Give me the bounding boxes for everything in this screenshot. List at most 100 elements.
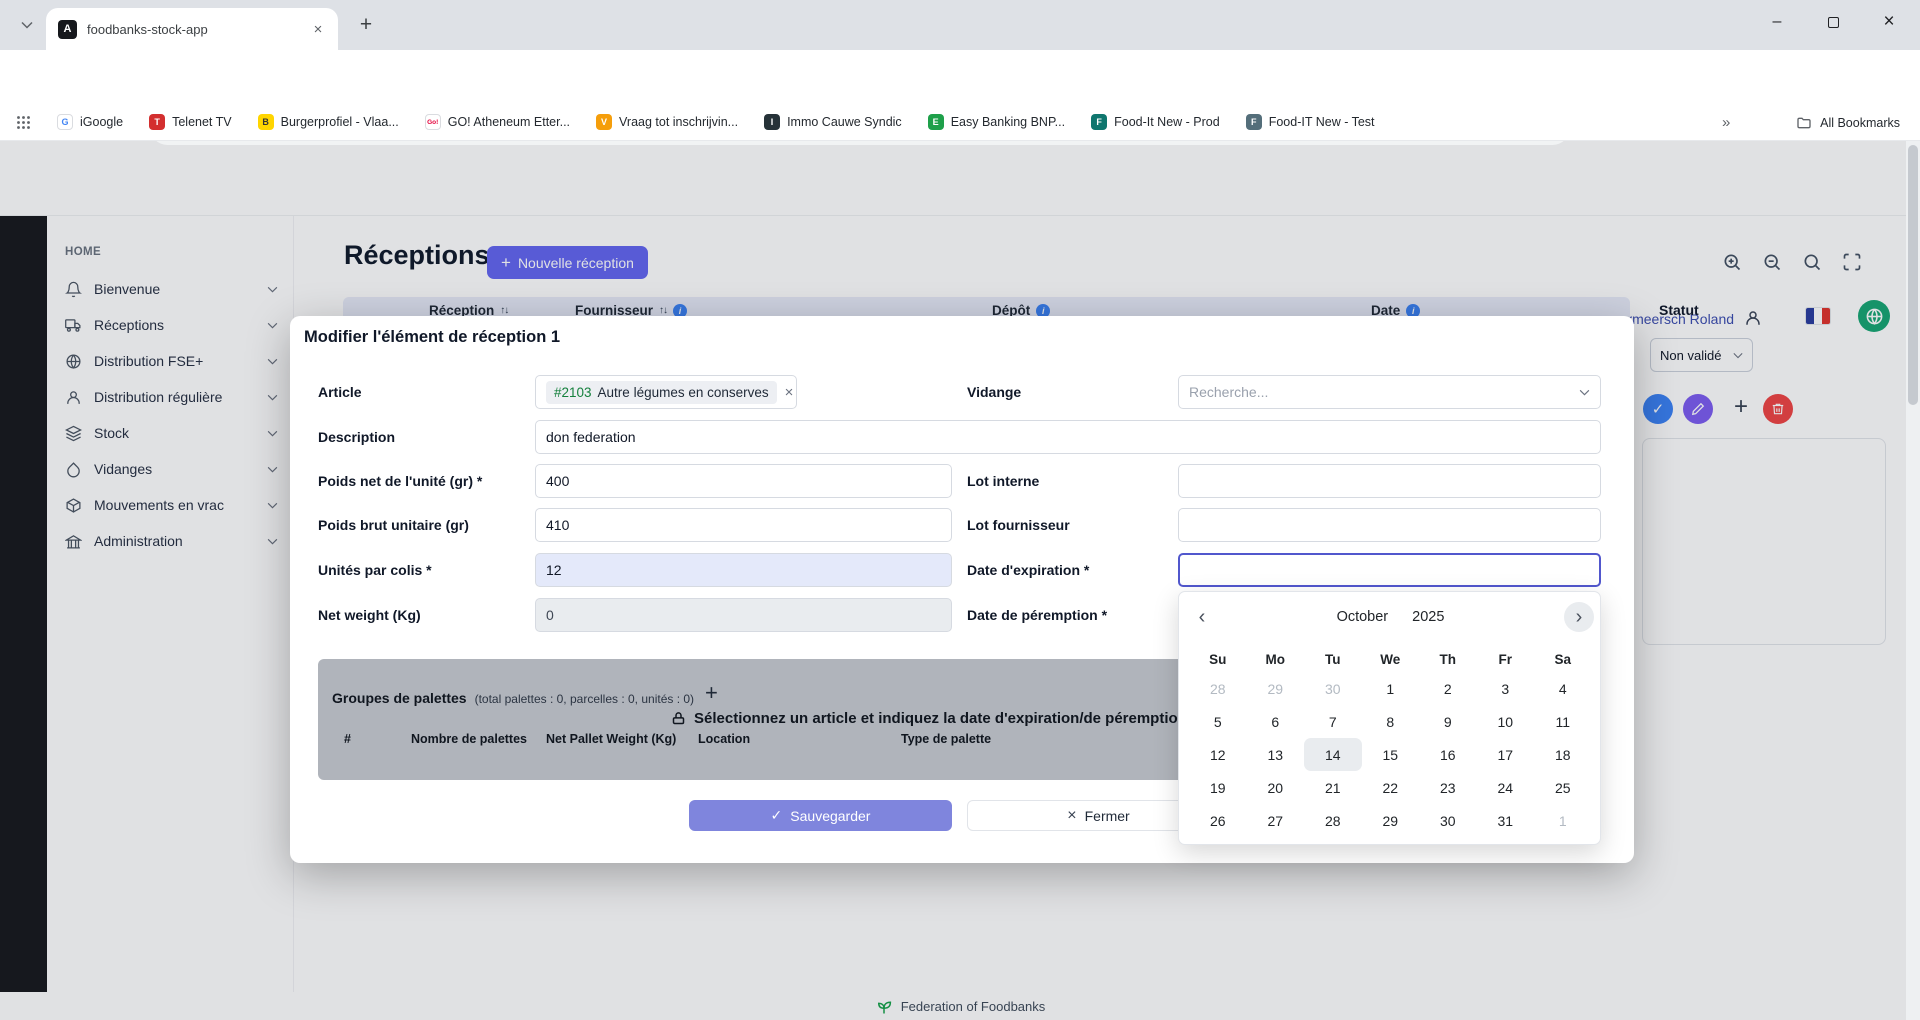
chevron-down-icon bbox=[21, 21, 33, 29]
calendar-day[interactable]: 4 bbox=[1534, 672, 1592, 705]
calendar-day[interactable]: 26 bbox=[1189, 804, 1247, 837]
apps-grid-icon[interactable] bbox=[16, 115, 31, 130]
bookmark-item[interactable]: Go! GO! Atheneum Etter... bbox=[424, 114, 570, 130]
article-label: Article bbox=[318, 384, 362, 400]
bookmark-item[interactable]: F Food-IT New - Test bbox=[1245, 114, 1375, 130]
palette-groups-title: Groupes de palettes bbox=[332, 690, 467, 706]
calendar-day[interactable]: 14 bbox=[1304, 738, 1362, 771]
calendar-day[interactable]: 31 bbox=[1477, 804, 1535, 837]
bookmark-favicon: I bbox=[764, 114, 781, 130]
calendar-day[interactable]: 29 bbox=[1362, 804, 1420, 837]
bookmarks-bar: G iGoogle T Telenet TV B Burgerprofiel -… bbox=[0, 104, 1920, 141]
bookmark-item[interactable]: F Food-It New - Prod bbox=[1091, 114, 1220, 130]
page-scrollbar[interactable] bbox=[1906, 141, 1920, 1020]
window-minimize-button[interactable]: – bbox=[1754, 0, 1800, 44]
calendar-day[interactable]: 20 bbox=[1247, 771, 1305, 804]
window-maximize-button[interactable] bbox=[1810, 0, 1856, 44]
calendar-day[interactable]: 29 bbox=[1247, 672, 1305, 705]
add-palette-group-button[interactable]: + bbox=[705, 680, 718, 706]
palette-col-nombre: Nombre de palettes bbox=[411, 732, 528, 746]
bookmark-item[interactable]: V Vraag tot inschrijvin... bbox=[596, 114, 738, 130]
calendar-day[interactable]: 2 bbox=[1419, 672, 1477, 705]
lot-interne-input[interactable] bbox=[1178, 464, 1601, 498]
calendar-day[interactable]: 17 bbox=[1477, 738, 1535, 771]
calendar-days: 28 29 30 1 2 3 4 5 6 7 8 9 10 11 12 13 14 15 16 17 18 19 20 21 2… bbox=[1189, 672, 1592, 837]
scrollbar-thumb[interactable] bbox=[1908, 145, 1918, 405]
save-button[interactable]: ✓ Sauvegarder bbox=[689, 800, 952, 831]
calendar-day[interactable]: 24 bbox=[1477, 771, 1535, 804]
palette-col-weight: Net Pallet Weight (Kg) bbox=[546, 732, 677, 746]
date-expiration-input[interactable] bbox=[1178, 553, 1601, 587]
calendar-day[interactable]: 21 bbox=[1304, 771, 1362, 804]
calendar-day[interactable]: 27 bbox=[1247, 804, 1305, 837]
browser-tab[interactable]: A foodbanks-stock-app × bbox=[46, 8, 338, 50]
description-input[interactable] bbox=[535, 420, 1601, 454]
bookmark-item[interactable]: E Easy Banking BNP... bbox=[927, 114, 1065, 130]
tab-favicon: A bbox=[58, 19, 77, 39]
calendar-day[interactable]: 9 bbox=[1419, 705, 1477, 738]
bookmark-label: Telenet TV bbox=[172, 115, 232, 129]
date-picker-calendar: ‹ October 2025 › Su Mo Tu We Th Fr Sa 28 29 30 1 2… bbox=[1178, 591, 1601, 845]
calendar-day[interactable]: 19 bbox=[1189, 771, 1247, 804]
calendar-day[interactable]: 23 bbox=[1419, 771, 1477, 804]
calendar-day[interactable]: 18 bbox=[1534, 738, 1592, 771]
tab-search-button[interactable] bbox=[16, 14, 38, 36]
weekday-label: We bbox=[1380, 651, 1401, 667]
calendar-day[interactable]: 8 bbox=[1362, 705, 1420, 738]
bookmark-favicon: V bbox=[596, 114, 613, 130]
previous-month-button[interactable]: ‹ bbox=[1187, 602, 1217, 632]
window-close-button[interactable]: × bbox=[1866, 0, 1912, 44]
chevron-down-icon[interactable] bbox=[1579, 389, 1590, 396]
bookmark-item[interactable]: I Immo Cauwe Syndic bbox=[764, 114, 902, 130]
calendar-day[interactable]: 6 bbox=[1247, 705, 1305, 738]
tab-close-icon[interactable]: × bbox=[308, 19, 328, 39]
calendar-day[interactable]: 10 bbox=[1477, 705, 1535, 738]
unites-par-colis-input[interactable] bbox=[535, 553, 952, 587]
calendar-day[interactable]: 1 bbox=[1534, 804, 1592, 837]
next-month-button[interactable]: › bbox=[1564, 602, 1594, 632]
article-select[interactable]: #2103 Autre légumes en conserves × bbox=[535, 375, 797, 409]
calendar-day[interactable]: 12 bbox=[1189, 738, 1247, 771]
calendar-day[interactable]: 25 bbox=[1534, 771, 1592, 804]
lot-interne-label: Lot interne bbox=[967, 473, 1040, 489]
weekday-label: Mo bbox=[1265, 651, 1286, 667]
poids-net-input[interactable] bbox=[535, 464, 952, 498]
lot-fournisseur-input[interactable] bbox=[1178, 508, 1601, 542]
bookmark-item[interactable]: T Telenet TV bbox=[149, 114, 232, 130]
bookmark-label: iGoogle bbox=[80, 115, 124, 129]
vidange-select[interactable]: Recherche... bbox=[1178, 375, 1601, 409]
calendar-day[interactable]: 22 bbox=[1362, 771, 1420, 804]
bookmark-label: Immo Cauwe Syndic bbox=[787, 115, 902, 129]
calendar-month[interactable]: October bbox=[1337, 609, 1389, 625]
calendar-day[interactable]: 16 bbox=[1419, 738, 1477, 771]
unites-par-colis-label: Unités par colis * bbox=[318, 562, 432, 578]
calendar-day[interactable]: 28 bbox=[1304, 804, 1362, 837]
bookmark-item[interactable]: B Burgerprofiel - Vlaa... bbox=[257, 114, 399, 130]
calendar-day[interactable]: 30 bbox=[1304, 672, 1362, 705]
check-icon: ✓ bbox=[770, 807, 783, 823]
all-bookmarks-button[interactable]: All Bookmarks bbox=[1796, 104, 1900, 141]
calendar-day[interactable]: 1 bbox=[1362, 672, 1420, 705]
calendar-day[interactable]: 28 bbox=[1189, 672, 1247, 705]
calendar-year[interactable]: 2025 bbox=[1412, 609, 1444, 625]
bookmark-label: Vraag tot inschrijvin... bbox=[619, 115, 739, 129]
bookmarks-overflow-icon[interactable]: » bbox=[1722, 104, 1730, 141]
calendar-day[interactable]: 3 bbox=[1477, 672, 1535, 705]
calendar-day[interactable]: 30 bbox=[1419, 804, 1477, 837]
poids-brut-input[interactable] bbox=[535, 508, 952, 542]
bookmark-label: Food-It New - Prod bbox=[1114, 115, 1220, 129]
clear-icon[interactable]: × bbox=[785, 384, 794, 401]
palette-lock-message: Sélectionnez un article et indiquez la d… bbox=[671, 708, 1187, 729]
calendar-day[interactable]: 7 bbox=[1304, 705, 1362, 738]
bookmark-favicon: Go! bbox=[424, 114, 441, 130]
calendar-day[interactable]: 15 bbox=[1362, 738, 1420, 771]
new-tab-button[interactable]: + bbox=[352, 11, 380, 39]
weekday-label: Su bbox=[1209, 651, 1227, 667]
net-weight-input[interactable] bbox=[535, 598, 952, 632]
bookmark-favicon: F bbox=[1245, 114, 1262, 130]
vidange-placeholder: Recherche... bbox=[1189, 384, 1269, 400]
calendar-day[interactable]: 11 bbox=[1534, 705, 1592, 738]
bookmark-item[interactable]: G iGoogle bbox=[57, 114, 123, 130]
calendar-day[interactable]: 5 bbox=[1189, 705, 1247, 738]
calendar-day[interactable]: 13 bbox=[1247, 738, 1305, 771]
